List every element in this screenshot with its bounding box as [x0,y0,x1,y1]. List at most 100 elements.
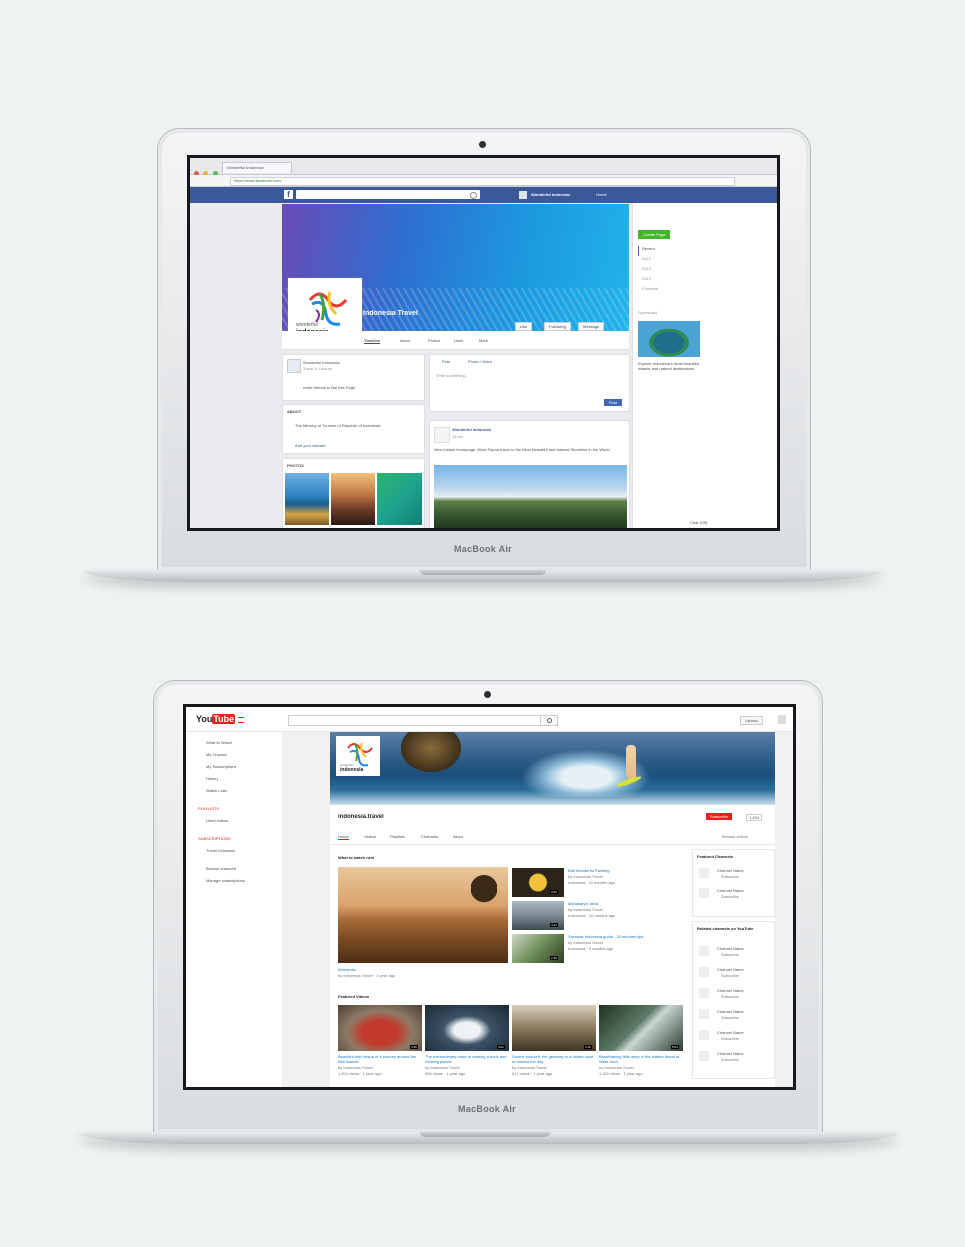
url-field[interactable]: https://www.facebook.com/ [230,177,735,186]
compose-status-tab[interactable]: Post [442,359,450,364]
tab-about[interactable]: About [400,338,410,343]
channel-item-name[interactable]: Channel Name [717,967,744,972]
tab-home[interactable]: Home [338,834,349,840]
search-input[interactable] [296,190,480,199]
avatar[interactable] [778,715,786,724]
browse-videos[interactable]: Browse videos [722,834,748,839]
sidebar-item-2015[interactable]: 2015 [638,256,668,266]
left-card-action[interactable]: Invite friends to like this Page [303,385,355,390]
tab-channels[interactable]: Channels [421,834,438,839]
channel-item-name[interactable]: Channel Name [717,1009,744,1014]
channel-item-subscribe[interactable]: Subscribe [721,1036,739,1041]
chat-bar[interactable]: Chat (Off) [690,520,708,525]
header-page-name[interactable]: Wonderful Indonesia [531,192,570,197]
guide-my-channel[interactable]: My Channel [206,752,227,757]
guide-history[interactable]: History [206,776,218,781]
tab-more[interactable]: More [479,338,488,343]
header-home[interactable]: Home [596,192,607,197]
guide-what-to-watch[interactable]: What to Watch [206,740,232,745]
tab-photos[interactable]: Photos [428,338,440,343]
tab-videos[interactable]: Videos [364,834,376,839]
channel-item-avatar[interactable] [699,1009,709,1019]
message-button[interactable]: Message [578,322,605,331]
channel-item-subscribe[interactable]: Subscribe [721,973,739,978]
left-card-title[interactable]: Wonderful Indonesia [303,360,340,365]
guide-manage-subs[interactable]: Manage subscriptions [206,878,245,883]
featured-title-3[interactable]: Soothe yourself: the getaway to a hidden… [512,1054,596,1064]
tab-likes[interactable]: Likes [454,338,463,343]
channel-item-avatar[interactable] [699,868,709,878]
photo-thumb-1[interactable] [285,473,329,525]
channel-item-name[interactable]: Channel Name [717,868,744,873]
featured-title-1[interactable]: Beautiful wild Vespa of a journey around… [338,1054,422,1064]
channel-item-subscribe[interactable]: Subscribe [721,1015,739,1020]
channel-item-avatar[interactable] [699,946,709,956]
guide-watch-later[interactable]: Watch Later [206,788,227,793]
sidebar-item-founded[interactable]: Founded [638,286,668,296]
featured-views-1: 1,204 views · 1 year ago [338,1071,382,1076]
tab-about[interactable]: About [453,834,463,839]
browser-tab[interactable]: Wonderful Indonesia [222,162,292,173]
header-avatar[interactable] [519,191,527,199]
search-input[interactable] [288,715,542,726]
channel-item-subscribe[interactable]: Subscribe [721,1057,739,1062]
sidebar-item-recent[interactable]: Recent [638,246,668,256]
compose-photo-tab[interactable]: Photo / Video [468,359,492,364]
channel-item-name[interactable]: Channel Name [717,988,744,993]
channel-item-avatar[interactable] [699,988,709,998]
compose-placeholder[interactable]: Write something... [436,373,468,378]
upload-button[interactable]: Upload [740,716,763,725]
page-title: Indonesia Travel [363,310,418,317]
channel-item-name[interactable]: Channel Name [717,888,744,893]
channel-item-name[interactable]: Channel Name [717,1051,744,1056]
channel-item-subscribe[interactable]: Subscribe [721,952,739,957]
channel-item-avatar[interactable] [699,888,709,898]
logo-you: You [196,714,213,724]
sidebar-item-2014[interactable]: 2014 [638,266,668,276]
post-image[interactable] [434,465,627,528]
photo-thumb-3[interactable] [377,473,422,525]
channel-logo[interactable]: wonderful indonesia [336,736,380,776]
guide-sub-travel[interactable]: Travel Indonesia [206,848,235,853]
main-video-title[interactable]: Wonderful [338,967,356,972]
channel-item-subscribe[interactable]: Subscribe [721,874,739,879]
tab-timeline[interactable]: Timeline [364,338,381,344]
facebook-logo-icon[interactable]: f [284,190,293,199]
photo-thumb-2[interactable] [331,473,375,525]
sidebar-item-2013[interactable]: 2013 [638,276,668,286]
guide-browse-channels[interactable]: Browse channels [206,866,236,871]
side-video-title-2[interactable]: Mahakarya Jawa [568,901,668,906]
guide-liked-videos[interactable]: Liked videos [206,818,228,823]
channel-item-name[interactable]: Channel Name [717,946,744,951]
youtube-logo[interactable]: YouTube [196,714,236,724]
channel-item-avatar[interactable] [699,967,709,977]
sponsored-image[interactable] [638,321,700,357]
featured-title-4[interactable]: Breathtaking falls deep in the hidden fo… [599,1054,683,1064]
side-video-title-1[interactable]: Bali Wonderful Painting [568,868,668,873]
featured-title-2[interactable]: The extraordinary route of reading a boo… [425,1054,509,1064]
side-video-title-3[interactable]: Sarawak Indonesia guide - 20 minutes tip… [568,934,668,939]
guide-menu-icon[interactable] [238,717,244,723]
channel-item-subscribe[interactable]: Subscribe [721,994,739,999]
channel-item-subscribe[interactable]: Subscribe [721,894,739,899]
subscribe-button[interactable]: Subscribe [706,813,732,820]
compose-post-button[interactable]: Post [604,399,623,406]
search-button[interactable] [540,715,558,726]
search-icon[interactable] [470,192,477,199]
like-button[interactable]: Like [515,322,533,331]
post-author[interactable]: Wonderful Indonesia [452,427,491,432]
channel-item-avatar[interactable] [699,1051,709,1061]
search-icon [546,718,552,723]
channel-item-avatar[interactable] [699,1030,709,1040]
channel-name[interactable]: indonesia.travel [338,814,384,820]
about-link[interactable]: Add your website [295,443,326,448]
following-button[interactable]: Following [544,322,571,331]
post-time[interactable]: 16 hrs [452,434,463,439]
create-page-button[interactable]: Create Page [638,230,671,239]
channel-item-name[interactable]: Channel Name [717,1030,744,1035]
guide-my-subscriptions[interactable]: My Subscriptions [206,764,236,769]
post-avatar[interactable] [434,427,450,443]
tab-playlists[interactable]: Playlists [390,834,405,839]
featured-views-3: 812 views · 1 year ago [512,1071,553,1076]
sponsored-text[interactable]: Explore Indonesia's most beautiful islan… [638,361,702,371]
